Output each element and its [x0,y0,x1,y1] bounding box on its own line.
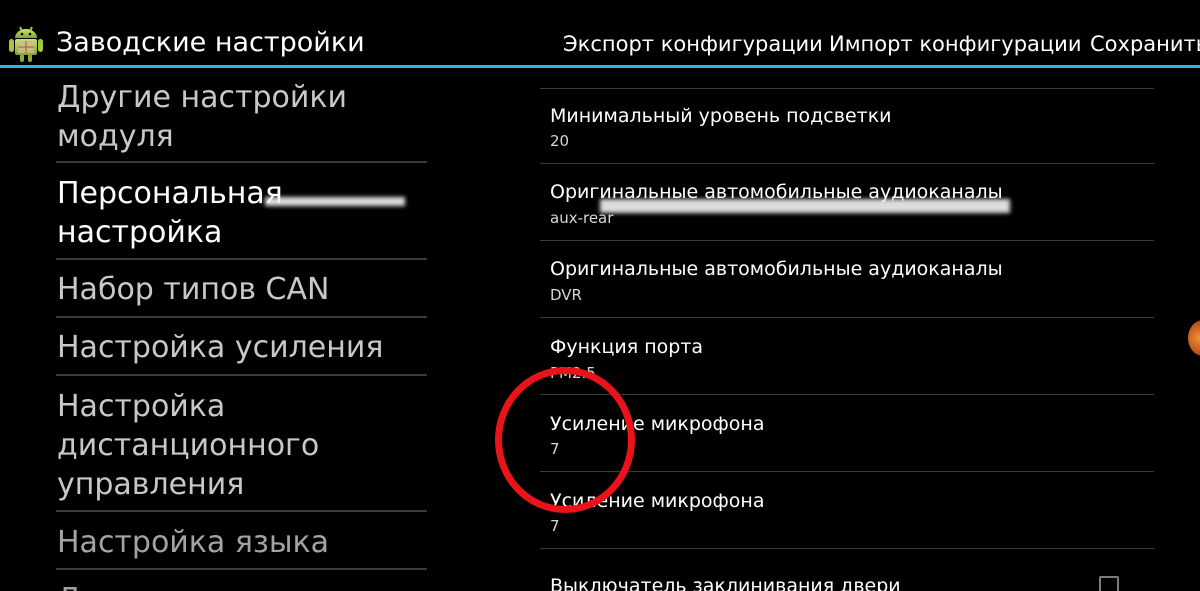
smudge-overlay [265,197,405,206]
preference-summary: 7 [550,517,560,535]
category-divider [56,374,427,376]
category-divider [56,161,427,163]
category-next[interactable]: Л [57,580,427,591]
category-other-module-settings[interactable]: Другие настройки модуля [57,78,427,156]
category-divider [56,568,427,570]
preference-divider [540,163,1154,164]
door-lock-checkbox[interactable] [1099,576,1119,591]
category-can-types[interactable]: Набор типов CAN [57,270,427,309]
category-divider [56,510,427,512]
android-robot-icon[interactable] [6,24,46,64]
preference-divider [540,471,1154,472]
preference-title: Выключатель заклинивания двери [550,575,901,591]
category-personal-settings[interactable]: Персональная настройка [57,174,427,252]
app-title: Заводские настройки [56,27,365,58]
annotation-circle [495,367,635,513]
preference-summary: 20 [550,132,570,150]
preference-title: Минимальный уровень подсветки [550,105,892,127]
export-config-button[interactable]: Экспорт конфигурации [563,32,823,56]
category-list: Другие настройки модуля Персональная нас… [0,68,440,591]
preference-divider [540,394,1154,395]
preference-divider [540,240,1154,241]
category-remote-control-settings[interactable]: Настройка дистанционного управления [57,387,427,504]
save-button[interactable]: Сохранить [1090,32,1200,56]
action-bar: Заводские настройки Экспорт конфигурации… [0,0,1200,68]
preference-title: Оригинальные автомобильные аудиоканалы [550,258,1003,280]
preference-divider [540,88,1154,89]
smudge-overlay [600,199,1010,213]
import-config-button[interactable]: Импорт конфигурации [829,32,1081,56]
preference-list: Минимальный уровень подсветки 20 Оригина… [530,68,1200,591]
category-divider [56,316,427,318]
preference-divider [540,548,1154,549]
preference-divider [540,317,1154,318]
category-divider [56,258,427,260]
preference-title: Функция порта [550,336,704,358]
category-language-settings[interactable]: Настройка языка [57,523,427,562]
category-gain-settings[interactable]: Настройка усиления [57,328,427,367]
preference-summary: DVR [550,286,582,304]
